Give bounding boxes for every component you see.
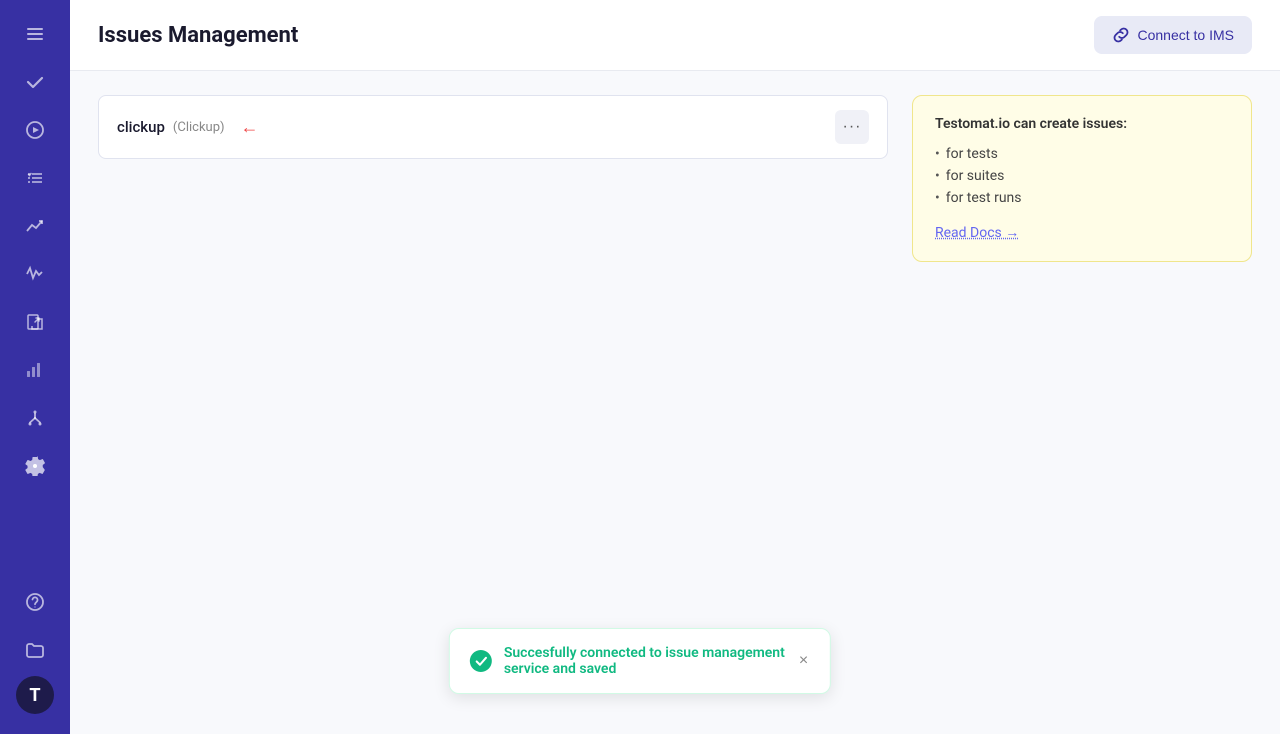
sidebar-item-barchart[interactable]: [13, 348, 57, 392]
main-content: Issues Management Connect to IMS clickup…: [70, 0, 1280, 734]
info-panel: Testomat.io can create issues: for tests…: [912, 95, 1252, 262]
avatar[interactable]: T: [16, 676, 54, 714]
sidebar-item-settings[interactable]: [13, 444, 57, 488]
page-title: Issues Management: [98, 23, 298, 48]
toast-notification: Succesfully connected to issue managemen…: [449, 628, 831, 694]
sidebar-item-check[interactable]: [13, 60, 57, 104]
more-options-button[interactable]: ···: [835, 110, 869, 144]
list-item: for test runs: [935, 190, 1229, 206]
sidebar-item-fork[interactable]: [13, 396, 57, 440]
toast-container: Succesfully connected to issue managemen…: [449, 628, 831, 694]
left-panel: clickup (Clickup) ← ···: [98, 95, 888, 710]
list-item: for suites: [935, 168, 1229, 184]
info-panel-title: Testomat.io can create issues:: [935, 116, 1229, 132]
integration-tag: (Clickup): [173, 120, 225, 135]
sidebar-item-trend[interactable]: [13, 204, 57, 248]
arrow-left-icon: ←: [241, 117, 259, 138]
list-item: for tests: [935, 146, 1229, 162]
toast-success-icon: [470, 650, 492, 672]
connect-to-ims-button[interactable]: Connect to IMS: [1094, 16, 1253, 54]
integration-item: clickup (Clickup) ← ···: [98, 95, 888, 159]
toast-message: Succesfully connected to issue managemen…: [504, 645, 785, 677]
sidebar-item-export[interactable]: [13, 300, 57, 344]
page-header: Issues Management Connect to IMS: [70, 0, 1280, 71]
sidebar-item-activity[interactable]: [13, 252, 57, 296]
sidebar-item-menu[interactable]: [13, 12, 57, 56]
sidebar-item-folder[interactable]: [13, 628, 57, 672]
sidebar-item-play[interactable]: [13, 108, 57, 152]
toast-close-button[interactable]: ×: [797, 650, 810, 672]
link-icon: [1112, 26, 1130, 44]
sidebar-item-help[interactable]: [13, 580, 57, 624]
read-docs-link[interactable]: Read Docs →: [935, 224, 1019, 241]
info-panel-list: for tests for suites for test runs: [935, 146, 1229, 206]
sidebar: T: [0, 0, 70, 734]
sidebar-item-checklist[interactable]: [13, 156, 57, 200]
integration-name: clickup (Clickup) ←: [117, 117, 259, 138]
